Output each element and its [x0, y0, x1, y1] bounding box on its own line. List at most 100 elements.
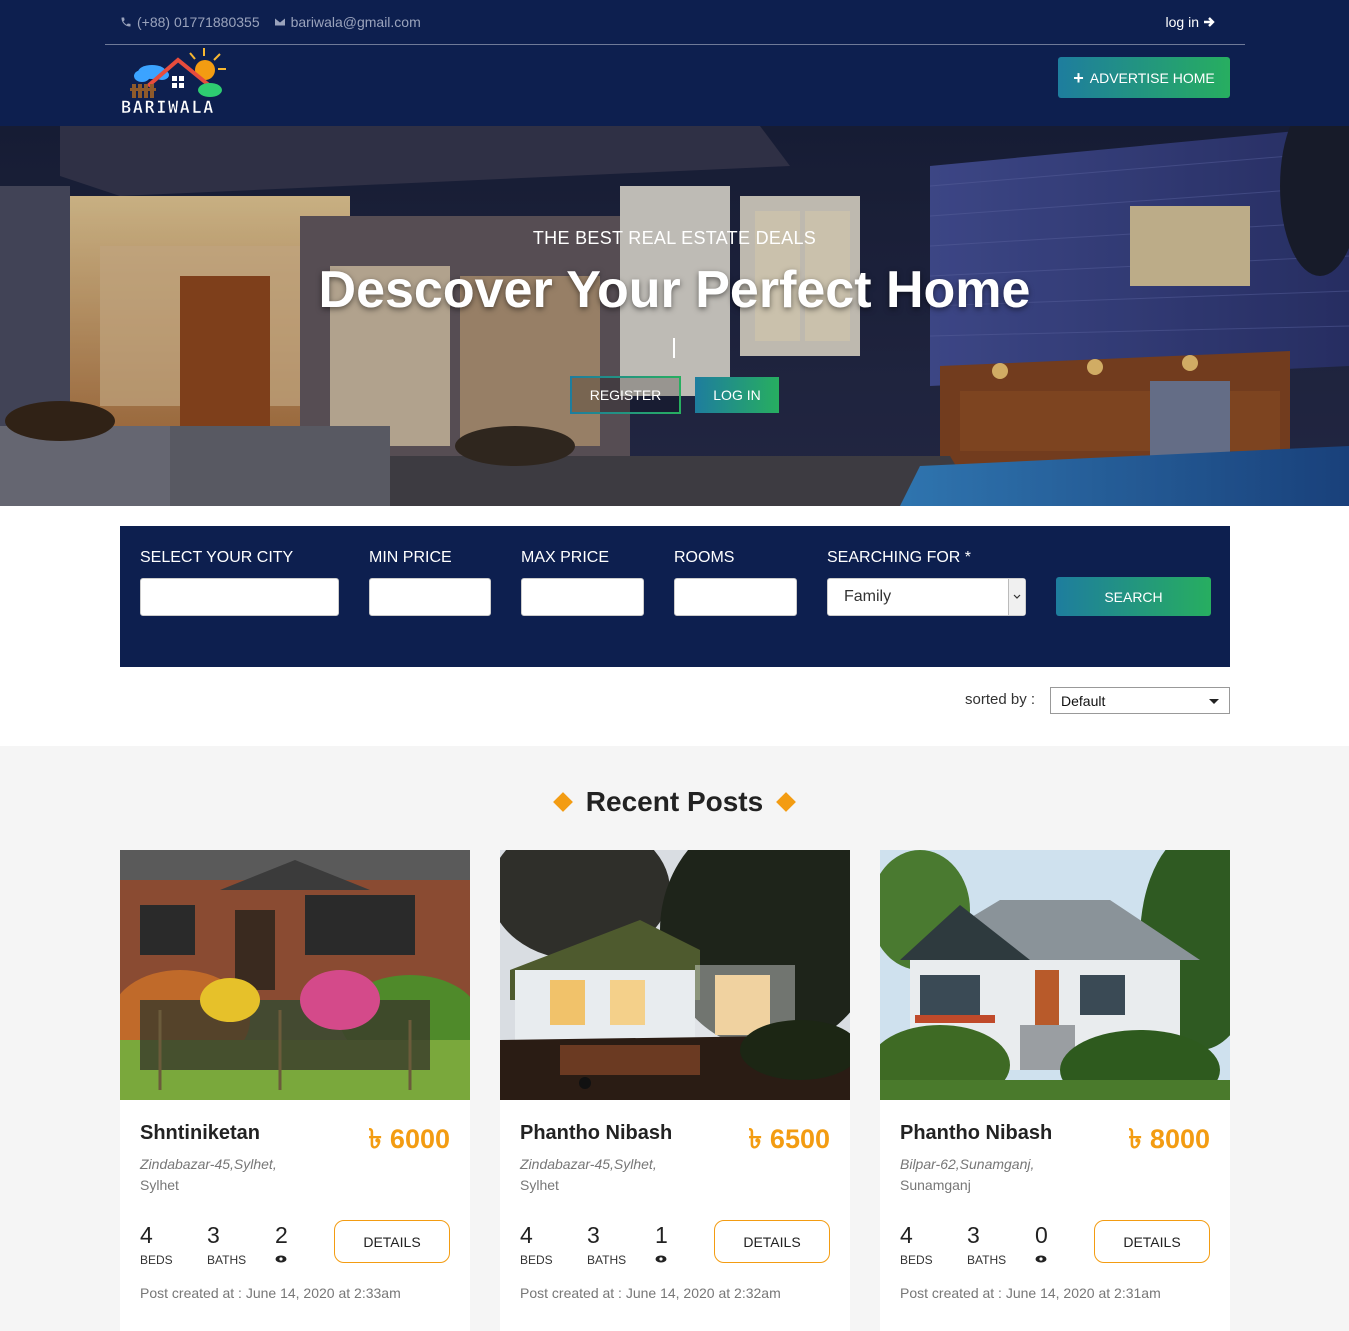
beds-count: 4	[140, 1222, 153, 1248]
beds-count: 4	[520, 1222, 533, 1248]
post-date: Post created at : June 14, 2020 at 2:33a…	[140, 1285, 401, 1301]
details-button[interactable]: DETAILS	[1094, 1220, 1210, 1263]
advertise-home-label: ADVERTISE HOME	[1089, 69, 1215, 86]
email-text: bariwala@gmail.com	[290, 14, 421, 30]
details-button[interactable]: DETAILS	[334, 1220, 450, 1263]
post-card: Phantho Nibash ৳ 8000 Bilpar-62,Sunamgan…	[880, 850, 1230, 1331]
beds-label: BEDS	[900, 1253, 933, 1267]
address-city: Sylhet	[520, 1177, 559, 1193]
sort-value: Default	[1061, 693, 1106, 709]
beds-label: BEDS	[140, 1253, 173, 1267]
header-login-link[interactable]: log in	[1166, 14, 1215, 30]
recent-posts-heading: Recent Posts	[0, 786, 1349, 818]
views-stat: 0	[1035, 1222, 1048, 1268]
city-label: SELECT YOUR CITY	[140, 549, 294, 566]
diamond-icon	[776, 792, 797, 812]
house-photo[interactable]	[120, 850, 470, 1100]
post-title[interactable]: Phantho Nibash	[520, 1122, 672, 1145]
contact-phone[interactable]: (+88) 01771880355	[120, 14, 260, 30]
post-title[interactable]: Phantho Nibash	[900, 1122, 1052, 1145]
max-price-label: MAX PRICE	[521, 549, 610, 566]
logo-graphic: BARIWALA	[121, 48, 226, 118]
baths-stat: 3 BATHS	[587, 1222, 626, 1267]
views-stat: 1	[655, 1222, 668, 1268]
recent-posts-title: Recent Posts	[585, 786, 764, 817]
address-city: Sunamganj	[900, 1177, 971, 1193]
address-area: Bilpar-62,Sunamganj,	[900, 1156, 1035, 1172]
baths-label: BATHS	[587, 1253, 627, 1267]
eye-icon	[655, 1255, 667, 1263]
contact-info: (+88) 01771880355 bariwala@gmail.com	[120, 14, 421, 30]
rooms-label: ROOMS	[674, 549, 735, 566]
min-price-label: MIN PRICE	[369, 549, 452, 566]
caret-down-icon	[1209, 699, 1219, 704]
search-panel: SELECT YOUR CITY MIN PRICE MAX PRICE ROO…	[120, 526, 1230, 667]
logo-text: BARIWALA	[121, 98, 215, 116]
beds-label: BEDS	[520, 1253, 553, 1267]
diamond-icon	[552, 792, 573, 812]
beds-stat: 4 BEDS	[900, 1222, 933, 1267]
price-value: 6000	[389, 1124, 450, 1154]
house-photo[interactable]	[880, 850, 1230, 1100]
post-price: ৳ 6500	[748, 1119, 830, 1164]
sort-select[interactable]: Default	[1050, 687, 1230, 714]
taka-icon: ৳	[368, 1124, 382, 1154]
rooms-input[interactable]	[674, 578, 797, 616]
searching-for-value: Family	[844, 588, 892, 605]
baths-label: BATHS	[967, 1253, 1007, 1267]
contact-email[interactable]: bariwala@gmail.com	[274, 14, 421, 30]
plus-icon: +	[1073, 67, 1084, 88]
post-title[interactable]: Shntiniketan	[140, 1122, 260, 1145]
hero-title: Descover Your Perfect Home	[318, 261, 1031, 319]
chevron-down-icon	[1008, 579, 1025, 615]
address-area: Zindabazar-45,Sylhet,	[140, 1156, 277, 1172]
sort-label: sorted by :	[965, 691, 1036, 708]
post-price: ৳ 6000	[368, 1119, 450, 1164]
search-button[interactable]: SEARCH	[1056, 577, 1211, 616]
post-card: Phantho Nibash ৳ 6500 Zindabazar-45,Sylh…	[500, 850, 850, 1331]
hero-banner: THE BEST REAL ESTATE DEALS Descover Your…	[0, 126, 1349, 506]
site-header: (+88) 01771880355 bariwala@gmail.com log…	[0, 0, 1349, 126]
views-stat: 2	[275, 1222, 288, 1268]
envelope-icon	[274, 18, 285, 26]
beds-stat: 4 BEDS	[520, 1222, 553, 1267]
eye-icon	[1035, 1255, 1047, 1263]
baths-stat: 3 BATHS	[967, 1222, 1006, 1267]
details-button[interactable]: DETAILS	[714, 1220, 830, 1263]
city-input[interactable]	[140, 578, 339, 616]
house-photo[interactable]	[500, 850, 850, 1100]
searching-for-label: SEARCHING FOR *	[827, 549, 972, 566]
bariwala-logo[interactable]: BARIWALA	[118, 46, 236, 118]
post-date: Post created at : June 14, 2020 at 2:31a…	[900, 1285, 1161, 1301]
address-area: Zindabazar-45,Sylhet,	[520, 1156, 657, 1172]
baths-stat: 3 BATHS	[207, 1222, 246, 1267]
taka-icon: ৳	[1128, 1124, 1142, 1154]
typing-cursor	[673, 338, 675, 358]
post-address: Zindabazar-45,Sylhet, Sylhet	[520, 1154, 695, 1196]
post-price: ৳ 8000	[1128, 1119, 1210, 1164]
post-card: Shntiniketan ৳ 6000 Zindabazar-45,Sylhet…	[120, 850, 470, 1331]
price-value: 6500	[769, 1124, 830, 1154]
min-price-input[interactable]	[369, 578, 491, 616]
beds-count: 4	[900, 1222, 913, 1248]
address-city: Sylhet	[140, 1177, 179, 1193]
phone-icon	[121, 17, 131, 27]
post-date: Post created at : June 14, 2020 at 2:32a…	[520, 1285, 781, 1301]
top-bar: (+88) 01771880355 bariwala@gmail.com log…	[105, 0, 1245, 45]
post-address: Bilpar-62,Sunamganj, Sunamganj	[900, 1154, 1075, 1196]
hero-login-button[interactable]: LOG IN	[695, 377, 779, 413]
post-address: Zindabazar-45,Sylhet, Sylhet	[140, 1154, 315, 1196]
header-login-label: log in	[1165, 14, 1199, 30]
baths-count: 3	[207, 1222, 220, 1248]
taka-icon: ৳	[748, 1124, 762, 1154]
hero-register-button[interactable]: REGISTER	[570, 376, 681, 414]
baths-count: 3	[967, 1222, 980, 1248]
hero-subtitle: THE BEST REAL ESTATE DEALS	[532, 228, 817, 248]
price-value: 8000	[1149, 1124, 1210, 1154]
phone-text: (+88) 01771880355	[137, 14, 260, 30]
max-price-input[interactable]	[521, 578, 644, 616]
eye-icon	[275, 1255, 287, 1263]
searching-for-select[interactable]: Family	[827, 578, 1026, 616]
baths-count: 3	[587, 1222, 600, 1248]
advertise-home-button[interactable]: + ADVERTISE HOME	[1058, 57, 1230, 98]
